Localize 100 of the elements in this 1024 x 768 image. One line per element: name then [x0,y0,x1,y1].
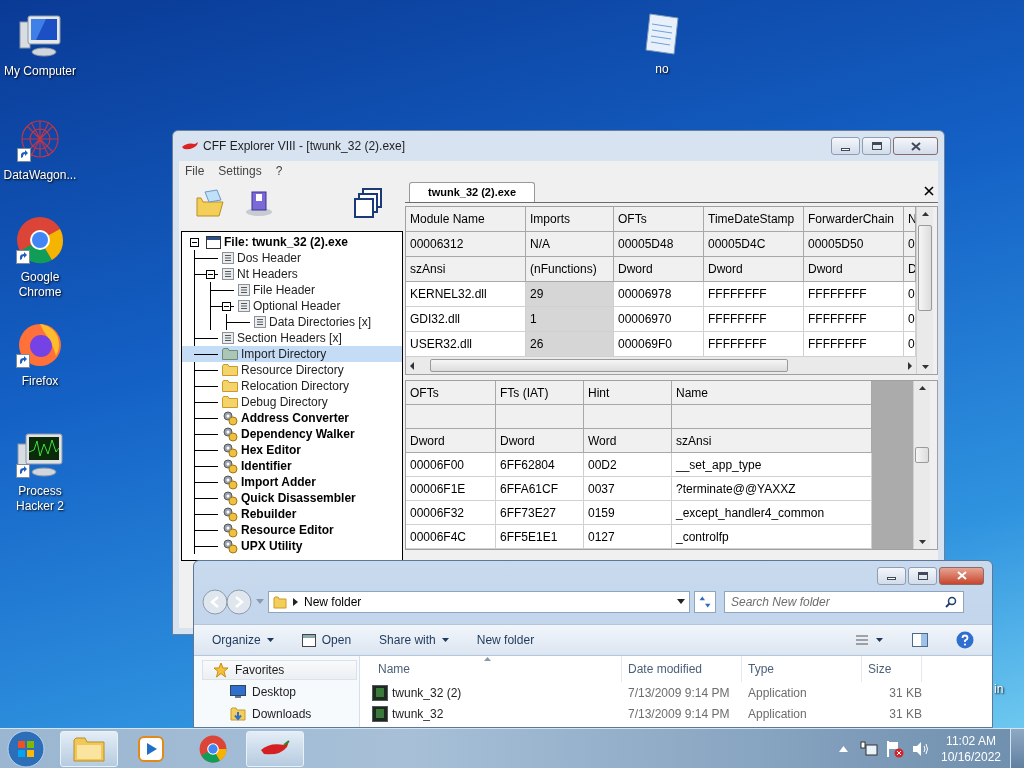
maximize-button[interactable] [862,137,891,155]
tree-item[interactable]: UPX Utility [241,538,303,554]
column-header[interactable]: Date modified [622,656,742,682]
table-cell: 0127 [584,525,672,549]
gears-icon [222,442,238,458]
column-header[interactable]: Type [742,656,862,682]
close-button[interactable] [939,566,984,585]
tree-item[interactable]: File: twunk_32 (2).exe [224,234,349,250]
scrollbar-thumb[interactable] [915,447,929,463]
network-icon[interactable] [860,740,878,757]
desktop-icon-label[interactable]: Process Hacker 2 [0,484,80,514]
file-date: 7/13/2009 9:14 PM [627,705,731,723]
application-icon [372,705,388,722]
tree-item[interactable]: Address Converter [241,410,350,426]
table-cell: FFFFFFFF [804,332,904,357]
collapse-icon[interactable] [190,237,199,247]
vertical-scrollbar[interactable] [916,207,933,374]
close-icon[interactable] [924,186,934,196]
taskbar-button[interactable] [246,730,304,767]
file-size: 31 KB [888,705,922,723]
table-cell: 00D2 [584,453,672,477]
tree-item[interactable]: Resource Editor [241,522,334,538]
toolbar-button[interactable]: Organize [212,631,274,649]
table-cell: 00006F32 [406,501,496,525]
gears-icon [222,426,238,442]
close-button[interactable] [893,137,938,155]
show-desktop-button[interactable] [1010,728,1024,768]
desktop-icon-label[interactable]: Google Chrome [0,270,80,300]
tree-item[interactable]: Identifier [241,458,292,474]
toolbar-button[interactable]: New folder [476,631,535,649]
document-icon [238,284,250,296]
desktop-icon-label[interactable]: no [622,62,702,77]
preview-pane-icon[interactable] [912,633,928,647]
back-button-icon[interactable] [202,589,228,615]
tree-item[interactable]: Quick Disassembler [241,490,356,506]
view-options-icon[interactable] [854,634,884,646]
desktop-icon-label[interactable]: DataWagon... [0,168,80,183]
tree-item[interactable]: Dependency Walker [241,426,355,442]
horizontal-scrollbar[interactable] [406,357,916,374]
menu-item[interactable]: ? [275,162,283,180]
tree-item[interactable]: Rebuilder [241,506,297,522]
collapse-icon[interactable] [206,269,215,279]
column-header[interactable]: Size [862,656,922,682]
menu-item[interactable]: Settings [218,162,262,180]
navigation-item[interactable]: Downloads [252,705,312,723]
document-tab[interactable]: twunk_32 (2).exe [409,182,536,202]
navigation-item[interactable]: Desktop [252,683,297,701]
address-bar[interactable]: New folder [268,591,690,613]
menu-item[interactable]: File [185,162,205,180]
sort-arrow-icon [484,657,491,661]
show-hidden-icons-icon[interactable] [839,745,848,752]
chrome-icon [16,216,64,264]
flag-icon[interactable] [886,739,904,758]
file-date: 7/13/2009 9:14 PM [627,684,731,702]
window-icon [206,235,221,249]
scrollbar-thumb[interactable] [918,225,932,311]
search-field[interactable]: Search New folder [724,591,964,613]
collapse-icon[interactable] [222,301,231,311]
tree-item[interactable]: Section Headers [x] [237,330,342,346]
table-cell: FFFFFFFF [704,282,804,307]
folder-icon [273,595,287,609]
table-cell: 0 [904,282,916,307]
dropdown-icon[interactable] [677,599,685,605]
tree-item[interactable]: Hex Editor [241,442,301,458]
gears-icon [222,410,238,426]
forward-button-icon[interactable] [226,589,252,615]
tree-item[interactable]: Dos Header [237,250,302,266]
tree-item[interactable]: Resource Directory [241,362,344,378]
file-name[interactable]: twunk_32 (2) [392,683,462,702]
tree-item[interactable]: Import Adder [241,474,316,490]
table-cell: 6FFA61CF [496,477,584,501]
address-text: New folder [304,594,362,611]
table-cell: 000069F0 [614,332,704,357]
table-cell: FFFFFFFF [704,307,804,332]
refresh-icon[interactable] [694,591,716,613]
toolbar-button[interactable]: Share with [379,631,449,649]
speaker-icon[interactable] [912,740,930,757]
desktop-icon-label[interactable]: Firefox [0,374,80,389]
tree-item[interactable]: File Header [253,282,316,298]
tree-item[interactable]: Optional Header [253,298,341,314]
maximize-button[interactable] [908,566,937,585]
tree-item[interactable]: Nt Headers [237,266,298,282]
tree-item[interactable]: Data Directories [x] [269,314,372,330]
tree-item[interactable]: Relocation Directory [241,378,350,394]
table-cell: 6FF5E1E1 [496,525,584,549]
toolbar-button[interactable]: Open [301,631,352,649]
tree-item[interactable]: Debug Directory [241,394,328,410]
minimize-button[interactable] [877,566,906,585]
minimize-button[interactable] [831,137,860,155]
vertical-scrollbar[interactable] [913,381,930,549]
desktop-icon-label[interactable]: My Computer [0,64,80,79]
file-name[interactable]: twunk_32 [392,704,444,723]
help-icon[interactable] [956,631,974,649]
column-header: OFTs [614,207,704,232]
table-cell: 00006978 [614,282,704,307]
play-icon [138,735,164,762]
windows-icon[interactable] [353,187,383,219]
start-button-icon[interactable] [6,728,46,768]
scrollbar-thumb[interactable] [430,359,788,372]
save-disk-icon[interactable] [243,188,273,218]
